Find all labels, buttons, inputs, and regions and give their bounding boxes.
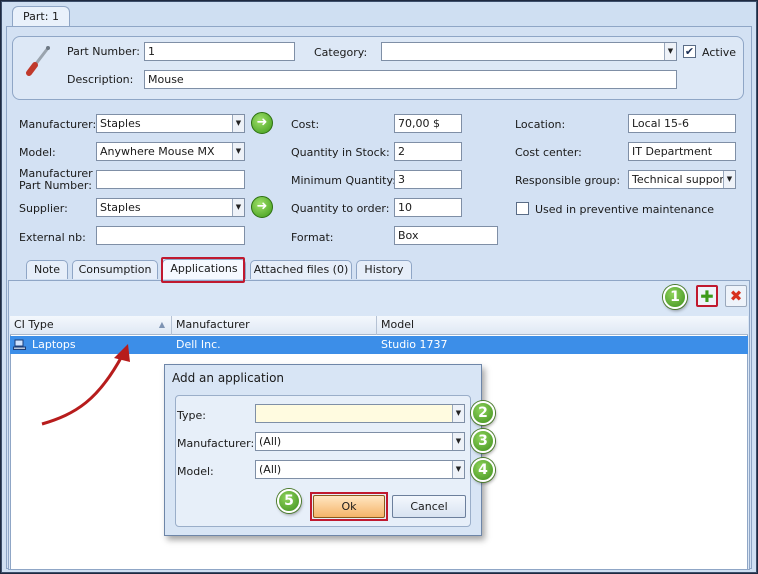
chevron-down-icon: ▼	[452, 405, 464, 422]
chevron-down-icon: ▼	[452, 433, 464, 450]
supplier-label: Supplier:	[19, 202, 68, 215]
dialog-model-select[interactable]: (All) ▼	[255, 460, 465, 479]
step-badge-1: 1	[663, 285, 687, 309]
cancel-button[interactable]: Cancel	[392, 495, 466, 518]
model-label: Model:	[19, 146, 56, 159]
chevron-down-icon: ▼	[723, 171, 735, 188]
model-select[interactable]: Anywhere Mouse MX ▼	[96, 142, 245, 161]
dialog-manufacturer-select[interactable]: (All) ▼	[255, 432, 465, 451]
step-badge-4: 4	[471, 458, 495, 482]
part-icon	[24, 44, 54, 78]
dialog-type-select[interactable]: ▼	[255, 404, 465, 423]
qty-order-input[interactable]: 10	[394, 198, 462, 217]
column-ci-type[interactable]: CI Type ▲	[10, 316, 172, 335]
chevron-down-icon: ▼	[232, 143, 244, 160]
dialog-model-value: (All)	[259, 463, 282, 476]
cell-manufacturer: Dell Inc.	[176, 338, 221, 351]
step-badge-5: 5	[277, 489, 301, 513]
laptop-icon	[13, 339, 26, 351]
qty-order-label: Quantity to order:	[291, 202, 390, 215]
plus-icon: ✚	[700, 287, 714, 306]
format-input[interactable]: Box	[394, 226, 498, 245]
x-icon: ✖	[729, 287, 743, 305]
chevron-down-icon: ▼	[664, 43, 676, 60]
description-label: Description:	[67, 73, 134, 86]
min-qty-label: Minimum Quantity:	[291, 174, 396, 187]
mfr-part-number-input[interactable]	[96, 170, 245, 189]
dialog-model-label: Model:	[177, 465, 214, 478]
format-label: Format:	[291, 231, 334, 244]
step-badge-3: 3	[471, 429, 495, 453]
dialog-manufacturer-label: Manufacturer:	[177, 437, 255, 450]
dialog-manufacturer-value: (All)	[259, 435, 282, 448]
arrow-right-icon: ➜	[256, 199, 268, 214]
preventive-checkbox[interactable]	[516, 202, 529, 215]
supplier-go-button[interactable]: ➜	[251, 196, 273, 218]
part-number-label: Part Number:	[67, 45, 140, 58]
manufacturer-go-button[interactable]: ➜	[251, 112, 273, 134]
supplier-value: Staples	[100, 201, 141, 214]
part-number-input[interactable]: 1	[144, 42, 295, 61]
tab-consumption[interactable]: Consumption	[72, 260, 158, 279]
qty-stock-label: Quantity in Stock:	[291, 146, 390, 159]
ok-button-highlight	[310, 492, 388, 521]
active-label: Active	[702, 46, 737, 59]
column-ci-type-label: CI Type	[14, 318, 54, 331]
manufacturer-select[interactable]: Staples ▼	[96, 114, 245, 133]
column-model[interactable]: Model	[377, 316, 748, 335]
column-manufacturer[interactable]: Manufacturer	[172, 316, 377, 335]
resp-group-label: Responsible group:	[515, 174, 621, 187]
qty-stock-input[interactable]: 2	[394, 142, 462, 161]
dialog-title: Add an application	[172, 371, 285, 385]
model-value: Anywhere Mouse MX	[100, 145, 215, 158]
mfr-part-label-line2: Part Number:	[19, 179, 92, 192]
delete-button[interactable]: ✖	[725, 285, 747, 307]
cell-model: Studio 1737	[381, 338, 448, 351]
step-badge-2: 2	[471, 401, 495, 425]
tab-note[interactable]: Note	[26, 260, 68, 279]
preventive-label: Used in preventive maintenance	[535, 203, 715, 216]
cost-center-label: Cost center:	[515, 146, 582, 159]
add-application-dialog: Add an application Type: ▼ Manufacturer:…	[164, 364, 482, 536]
manufacturer-label: Manufacturer:	[19, 118, 97, 131]
resp-group-select[interactable]: Technical support ▼	[628, 170, 736, 189]
dialog-type-label: Type:	[177, 409, 206, 422]
category-select[interactable]: ▼	[381, 42, 677, 61]
supplier-select[interactable]: Staples ▼	[96, 198, 245, 217]
tab-history[interactable]: History	[356, 260, 412, 279]
description-input[interactable]: Mouse	[144, 70, 677, 89]
location-label: Location:	[515, 118, 566, 131]
grid-header: CI Type ▲ Manufacturer Model	[10, 316, 748, 335]
sort-ascending-icon: ▲	[158, 320, 165, 329]
cost-center-input[interactable]: IT Department	[628, 142, 736, 161]
location-input[interactable]: Local 15-6	[628, 114, 736, 133]
add-button[interactable]: ✚	[696, 285, 718, 307]
external-input[interactable]	[96, 226, 245, 245]
chevron-down-icon: ▼	[452, 461, 464, 478]
manufacturer-value: Staples	[100, 117, 141, 130]
annotation-arrow	[41, 344, 130, 426]
external-label: External nb:	[19, 231, 86, 244]
cost-label: Cost:	[291, 118, 320, 131]
applications-tab-highlight	[161, 257, 245, 283]
tab-part[interactable]: Part: 1	[12, 6, 70, 26]
tab-attached-files[interactable]: Attached files (0)	[250, 260, 352, 279]
min-qty-input[interactable]: 3	[394, 170, 462, 189]
mfr-part-label: Manufacturer Part Number:	[19, 168, 93, 192]
chevron-down-icon: ▼	[232, 199, 244, 216]
cost-input[interactable]: 70,00 $	[394, 114, 462, 133]
category-label: Category:	[314, 46, 368, 59]
active-checkbox[interactable]: ✔	[683, 45, 696, 58]
arrow-right-icon: ➜	[256, 115, 268, 130]
resp-group-value: Technical support	[632, 173, 729, 186]
chevron-down-icon: ▼	[232, 115, 244, 132]
